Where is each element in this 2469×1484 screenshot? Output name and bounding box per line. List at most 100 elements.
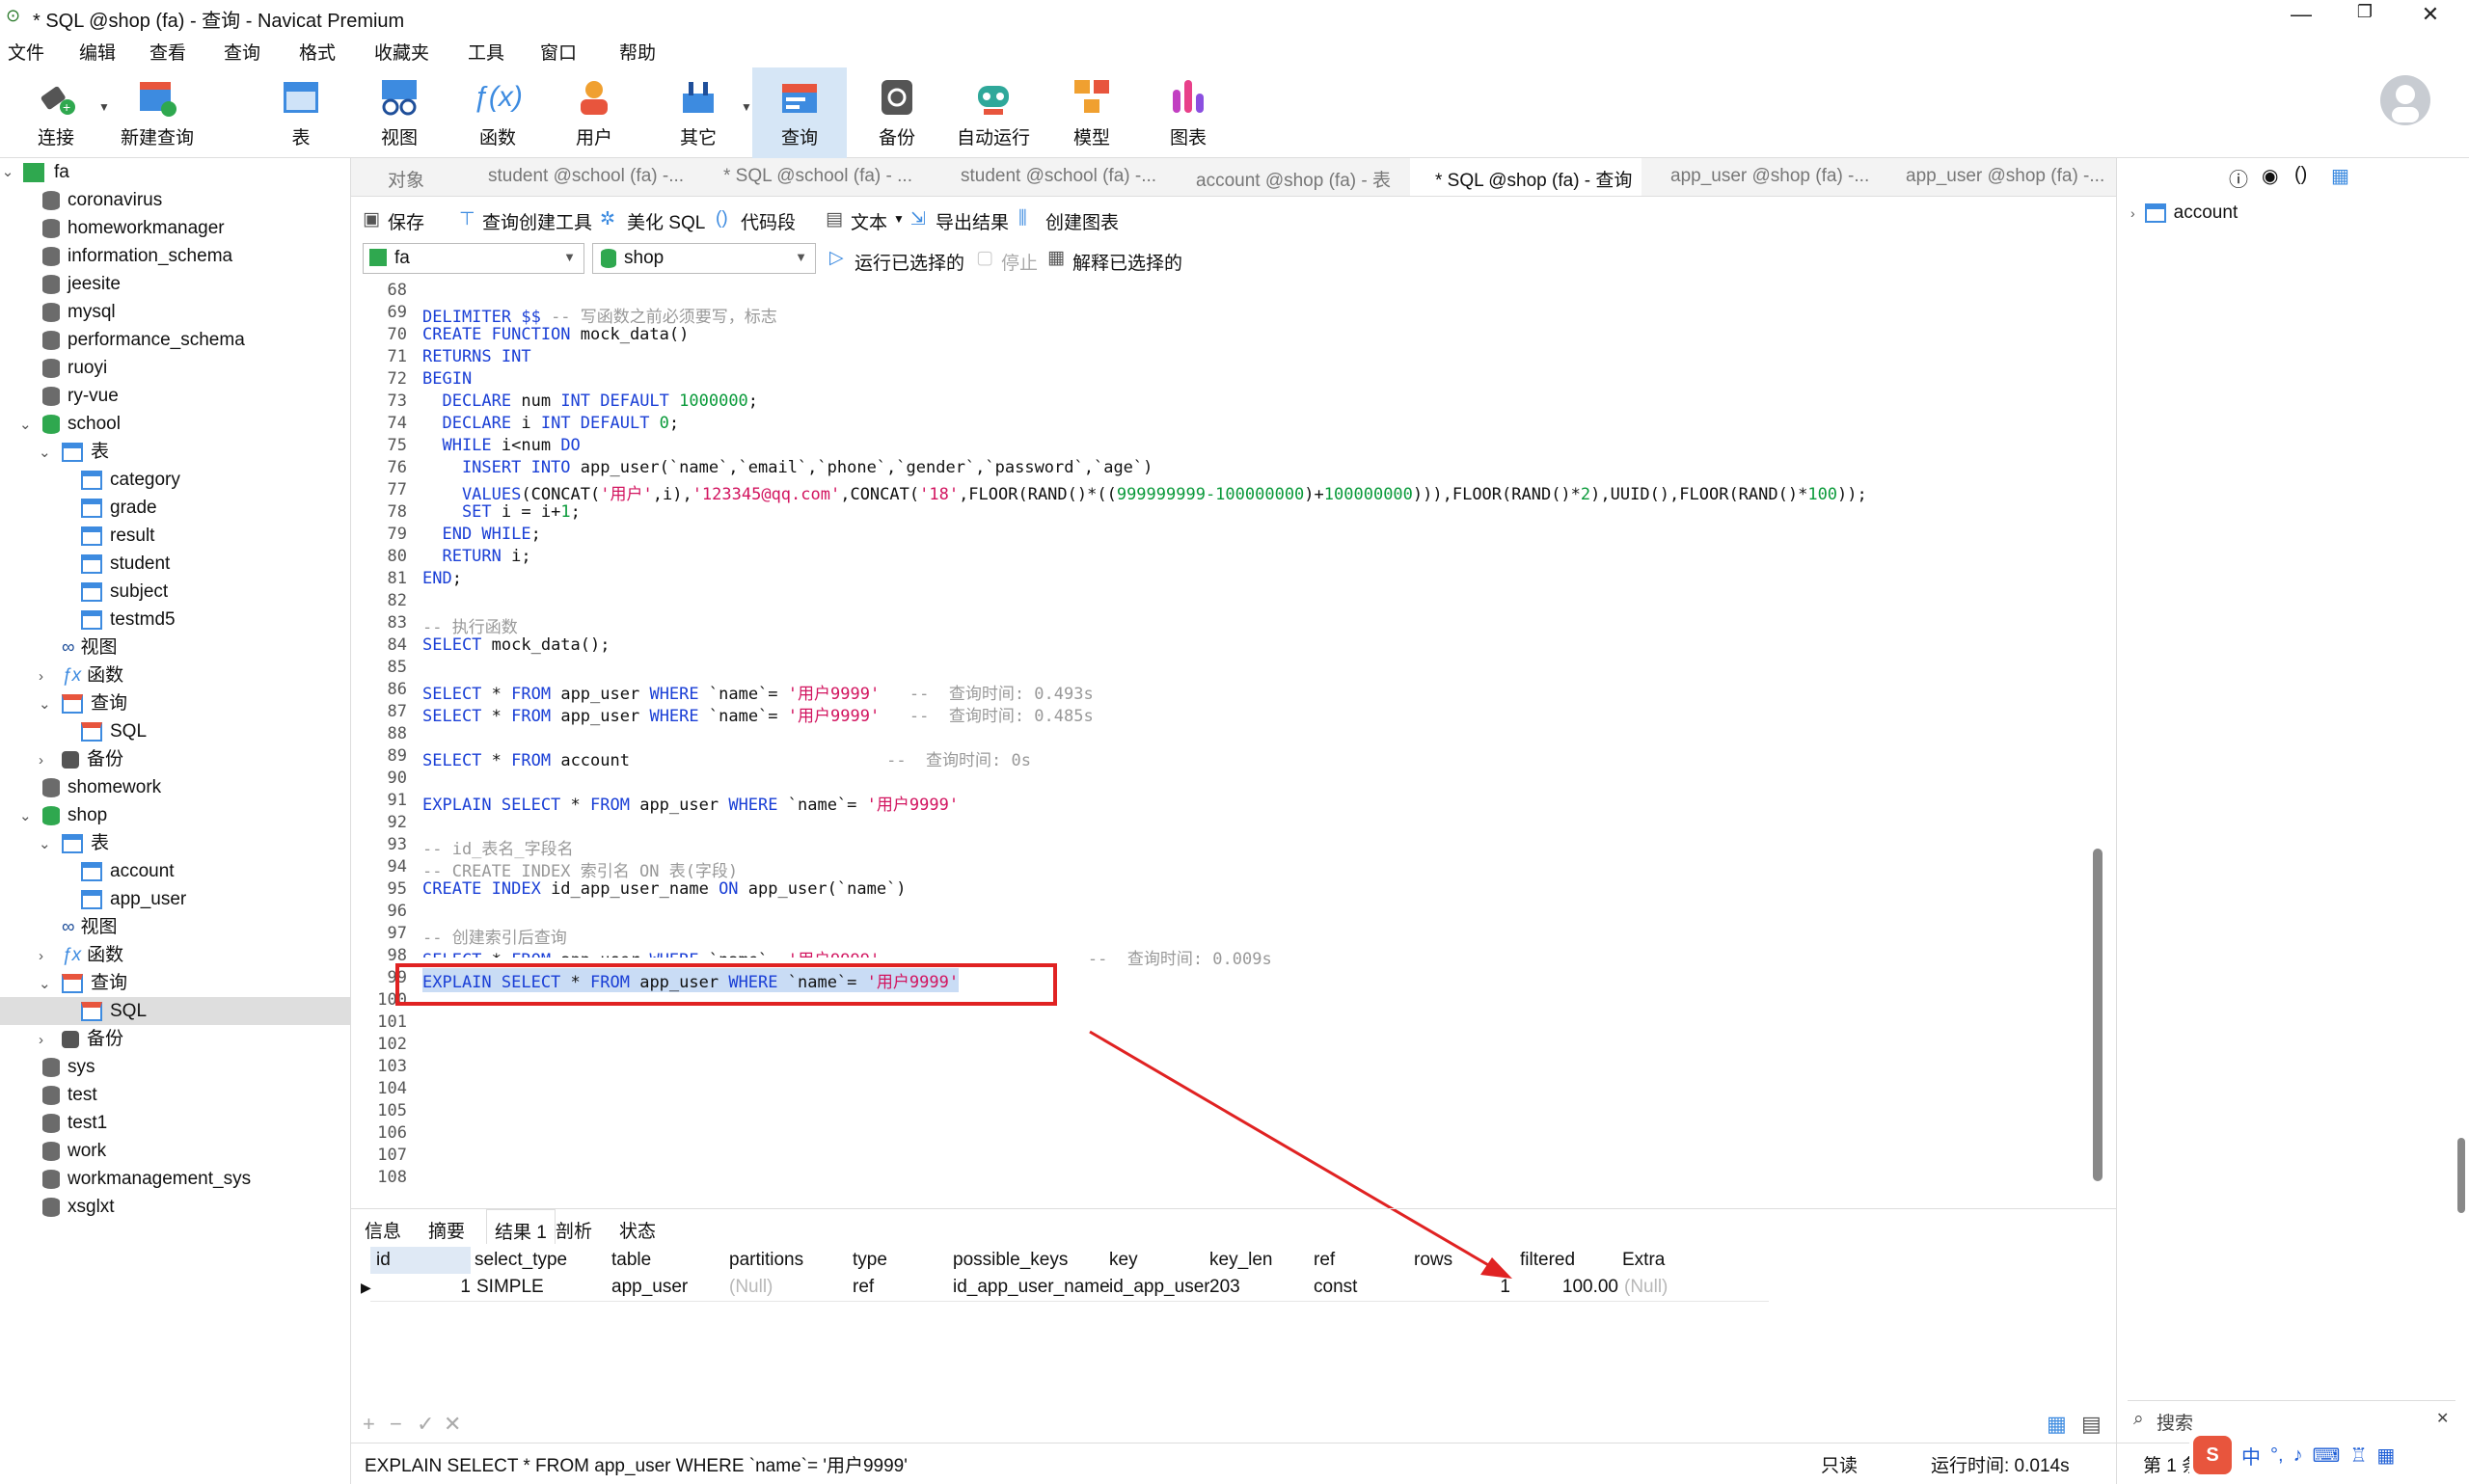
snippet-button[interactable]: 代码段 bbox=[741, 208, 796, 234]
tree-db[interactable]: sys bbox=[42, 1053, 95, 1081]
menu-help[interactable]: 帮助 bbox=[619, 39, 656, 65]
column-header[interactable]: type bbox=[853, 1247, 953, 1274]
connect-dropdown-icon[interactable]: ▼ bbox=[98, 100, 110, 114]
chevron-right-icon[interactable]: › bbox=[39, 1026, 62, 1054]
builder-icon[interactable]: ⊤ bbox=[459, 208, 475, 230]
chevron-right-icon[interactable]: › bbox=[2130, 205, 2135, 221]
apply-icon[interactable]: ✓ bbox=[417, 1412, 434, 1437]
column-header[interactable]: possible_keys bbox=[953, 1247, 1107, 1274]
toolbox-icon[interactable]: ▦ bbox=[2376, 1444, 2395, 1468]
tree-db[interactable]: xsglxt bbox=[42, 1193, 115, 1221]
tree-table[interactable]: app_user bbox=[81, 885, 186, 913]
chevron-right-icon[interactable]: › bbox=[39, 662, 62, 690]
table-cell[interactable]: 203 bbox=[1209, 1274, 1312, 1301]
export-results-button[interactable]: 导出结果 bbox=[936, 208, 1009, 234]
menu-view[interactable]: 查看 bbox=[149, 39, 186, 65]
tree-table[interactable]: result bbox=[81, 522, 154, 550]
tree-table[interactable]: subject bbox=[81, 578, 168, 606]
tab-account-shop[interactable]: account @shop (fa) - 表 bbox=[1196, 166, 1391, 192]
tree-db-shop[interactable]: ⌄ shop bbox=[19, 801, 107, 829]
punctuation-icon[interactable]: °, bbox=[2270, 1444, 2284, 1467]
chevron-down-icon[interactable]: ⌄ bbox=[19, 411, 42, 439]
chevron-down-icon[interactable]: ⌄ bbox=[39, 439, 62, 467]
eye-icon[interactable]: ◉ bbox=[2262, 164, 2278, 188]
auto-run-button[interactable]: 自动运行 bbox=[955, 67, 1032, 158]
column-header[interactable]: ref bbox=[1314, 1247, 1414, 1274]
tree-queries[interactable]: ⌄ 查询 bbox=[39, 689, 127, 717]
table-cell[interactable]: 1 bbox=[1414, 1274, 1520, 1301]
avatar[interactable] bbox=[2380, 75, 2430, 125]
editor-scrollbar[interactable] bbox=[2093, 849, 2103, 1181]
chevron-down-icon[interactable]: ⌄ bbox=[39, 970, 62, 998]
explain-icon[interactable]: ▦ bbox=[1047, 247, 1065, 269]
chevron-right-icon[interactable]: › bbox=[39, 746, 62, 774]
tree-db[interactable]: jeesite bbox=[42, 270, 121, 298]
chevron-down-icon[interactable]: ⌄ bbox=[39, 830, 62, 858]
tree-db[interactable]: shomework bbox=[42, 773, 161, 801]
keyboard-icon[interactable]: ⌨ bbox=[2313, 1444, 2341, 1468]
tree-db[interactable]: workmanagement_sys bbox=[42, 1165, 251, 1193]
tab-app-user-shop-2[interactable]: app_user @shop (fa) -... bbox=[1906, 166, 2104, 187]
menu-format[interactable]: 格式 bbox=[299, 39, 336, 65]
table-cell[interactable]: (Null) bbox=[1624, 1274, 1769, 1301]
backup-button[interactable]: 备份 bbox=[858, 67, 936, 158]
save-button[interactable]: 保存 bbox=[388, 208, 424, 234]
column-header[interactable]: select_type bbox=[475, 1247, 608, 1274]
snippet-icon[interactable]: () bbox=[716, 208, 728, 229]
column-header[interactable]: key bbox=[1109, 1247, 1209, 1274]
create-chart-icon[interactable]: ⫼ bbox=[1018, 208, 1027, 229]
menu-tools[interactable]: 工具 bbox=[468, 39, 504, 65]
column-header[interactable]: table bbox=[611, 1247, 727, 1274]
table-cell[interactable]: (Null) bbox=[729, 1274, 851, 1301]
tree-queries[interactable]: ⌄ 查询 bbox=[39, 969, 127, 997]
text-icon[interactable]: ▤ bbox=[826, 208, 843, 230]
tree-db[interactable]: work bbox=[42, 1137, 106, 1165]
query-builder-button[interactable]: 查询创建工具 bbox=[482, 208, 592, 234]
tree-tables-folder[interactable]: ⌄ 表 bbox=[39, 829, 109, 857]
beautify-sql-button[interactable]: 美化 SQL bbox=[627, 208, 705, 234]
new-query-button[interactable]: 新建查询 bbox=[114, 67, 201, 158]
tree-functions[interactable]: › ƒx 函数 bbox=[39, 941, 123, 969]
tab-sql-school[interactable]: * SQL @school (fa) - ... bbox=[723, 166, 912, 187]
tree-table[interactable]: student bbox=[81, 550, 170, 578]
table-cell[interactable]: const bbox=[1314, 1274, 1414, 1301]
grid-view-icon[interactable]: ▦ bbox=[2047, 1412, 2067, 1437]
tree-table[interactable]: grade bbox=[81, 494, 157, 522]
tree-db[interactable]: performance_schema bbox=[42, 326, 245, 354]
restore-icon[interactable]: ❐ bbox=[2336, 2, 2394, 22]
table-cell[interactable]: SIMPLE bbox=[476, 1274, 610, 1301]
tree-backups[interactable]: › 备份 bbox=[39, 1025, 123, 1053]
column-header[interactable]: filtered bbox=[1520, 1247, 1620, 1274]
minimize-icon[interactable]: — bbox=[2272, 2, 2330, 27]
chevron-down-icon[interactable]: ⌄ bbox=[39, 690, 62, 718]
tab-app-user-shop-1[interactable]: app_user @shop (fa) -... bbox=[1670, 166, 1869, 187]
tree-query-sql[interactable]: SQL bbox=[81, 717, 147, 745]
connect-button[interactable]: + 连接 bbox=[17, 67, 95, 158]
tree-table[interactable]: account bbox=[81, 857, 175, 885]
menu-favorites[interactable]: 收藏夹 bbox=[374, 39, 429, 65]
stop-button[interactable]: 停止 bbox=[1001, 249, 1038, 275]
table-cell[interactable]: id_app_user_name bbox=[953, 1274, 1109, 1301]
menu-query[interactable]: 查询 bbox=[224, 39, 260, 65]
tree-db[interactable]: coronavirus bbox=[42, 186, 162, 214]
menu-edit[interactable]: 编辑 bbox=[79, 39, 116, 65]
tab-summary[interactable]: 摘要 bbox=[428, 1217, 465, 1243]
skin-icon[interactable]: ♖ bbox=[2349, 1444, 2367, 1468]
tab-sql-shop[interactable]: * SQL @shop (fa) - 查询 bbox=[1410, 158, 1642, 196]
column-header[interactable]: key_len bbox=[1209, 1247, 1312, 1274]
table-cell[interactable]: app_user bbox=[611, 1274, 727, 1301]
other-button[interactable]: 其它 bbox=[660, 67, 737, 158]
right-panel-scrollbar[interactable] bbox=[2457, 1138, 2465, 1213]
close-icon[interactable]: ✕ bbox=[2401, 2, 2459, 27]
menu-window[interactable]: 窗口 bbox=[540, 39, 577, 65]
tree-db[interactable]: homeworkmanager bbox=[42, 214, 225, 242]
table-button[interactable]: 表 bbox=[262, 67, 339, 158]
tree-db[interactable]: ruoyi bbox=[42, 354, 107, 382]
tree-table[interactable]: testmd5 bbox=[81, 606, 176, 634]
column-header[interactable]: rows bbox=[1414, 1247, 1520, 1274]
chart-button[interactable]: 图表 bbox=[1150, 67, 1227, 158]
column-header[interactable]: partitions bbox=[729, 1247, 851, 1274]
view-button[interactable]: 视图 bbox=[361, 67, 438, 158]
chevron-right-icon[interactable]: › bbox=[39, 942, 62, 970]
add-row-icon[interactable]: + bbox=[363, 1412, 375, 1437]
